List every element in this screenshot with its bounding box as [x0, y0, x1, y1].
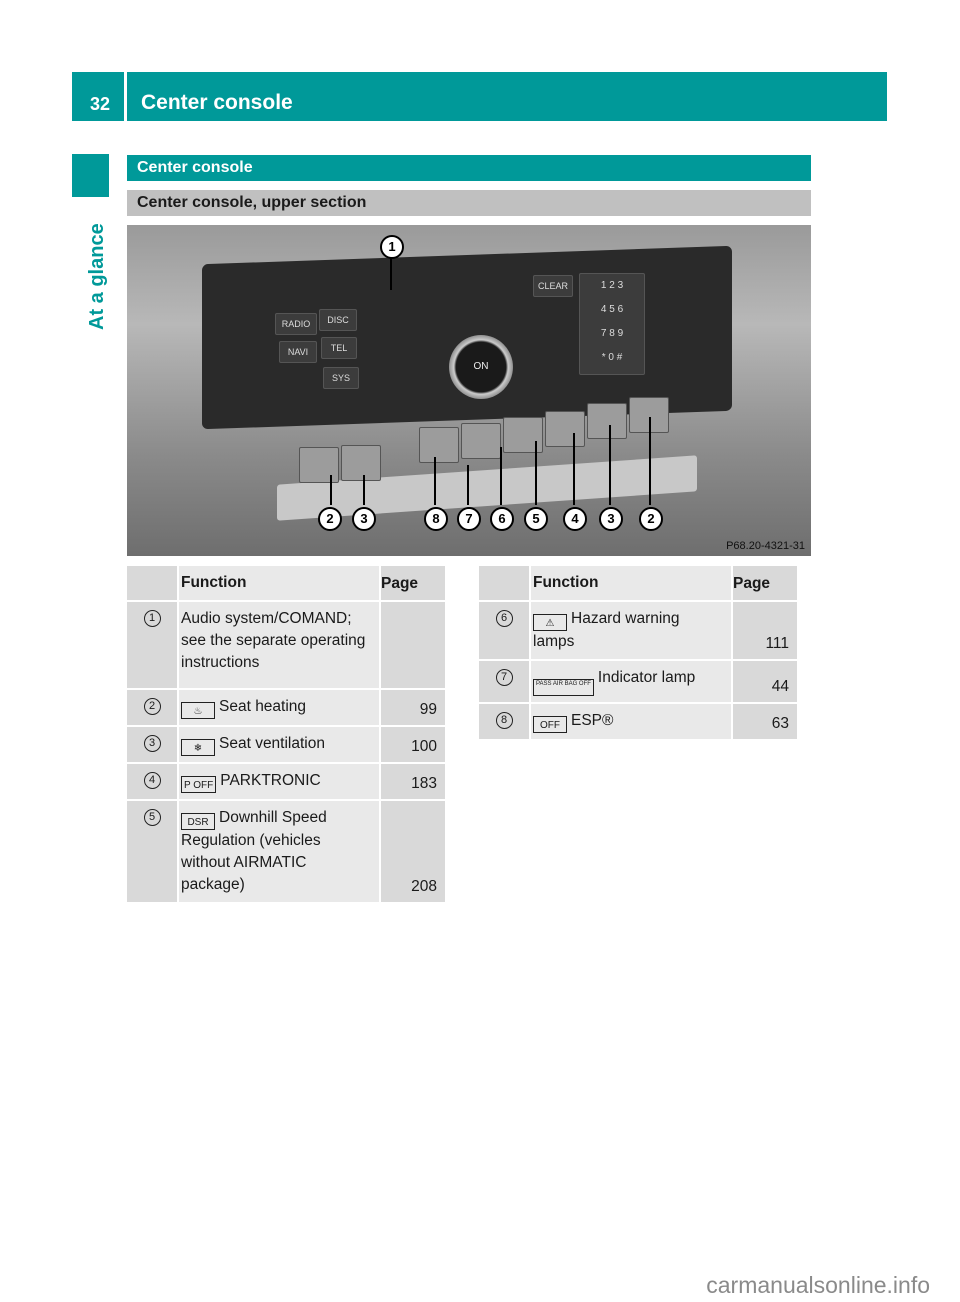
hazard-switch: [461, 423, 501, 459]
function-table-left: Function Page 1 Audio system/COMAND; see…: [127, 566, 445, 904]
callout-3-left: 3: [352, 507, 376, 531]
callout-leader-8: [434, 457, 436, 505]
header-page: Page: [379, 566, 445, 602]
table-row: 1 Audio system/COMAND; see the separate …: [127, 601, 445, 690]
clear-button: CLEAR: [533, 275, 573, 297]
item-number: 8: [495, 712, 513, 729]
callout-1: 1: [380, 235, 404, 259]
page-ref[interactable]: 99: [379, 689, 445, 727]
table-row: 2 ♨ Seat heating 99: [127, 689, 445, 727]
callout-2-right: 2: [639, 507, 663, 531]
keypad: 1 2 3 4 5 6 7 8 9 * 0 #: [579, 273, 645, 375]
page-ref[interactable]: 183: [379, 763, 445, 801]
table-row: 5 DSR Downhill Speed Regulation (vehicles…: [127, 800, 445, 904]
dsr-icon: DSR: [181, 813, 215, 830]
function-text: Seat heating: [219, 698, 307, 715]
parktronic-off-icon: P OFF: [181, 776, 217, 793]
disc-button: DISC: [319, 309, 357, 331]
table-row: 6 ⚠ Hazard warning lamps 111: [479, 601, 797, 661]
header-function: Function: [177, 566, 380, 602]
function-text: Audio system/COMAND; see the separate op…: [177, 601, 380, 690]
seat-heating-switch-left: [299, 447, 339, 483]
callout-2-left: 2: [318, 507, 342, 531]
callout-leader-6: [500, 447, 502, 505]
callout-5: 5: [524, 507, 548, 531]
page-ref[interactable]: 111: [731, 601, 797, 661]
pass-airbag-off-icon: PASS AIR BAG OFF: [533, 679, 594, 696]
callout-8: 8: [424, 507, 448, 531]
seat-ventilation-icon: ❄: [181, 739, 215, 756]
callout-leader-5: [535, 441, 537, 505]
page-number: 32: [72, 72, 124, 121]
navi-button: NAVI: [279, 341, 317, 363]
page-ref[interactable]: 208: [379, 800, 445, 904]
callout-4: 4: [563, 507, 587, 531]
seat-heating-icon: ♨: [181, 702, 215, 719]
page-ref[interactable]: 44: [731, 660, 797, 704]
item-number: 6: [495, 610, 513, 627]
esp-off-icon: OFF: [533, 716, 567, 733]
parktronic-switch: [545, 411, 585, 447]
callout-leader-7: [467, 465, 469, 505]
item-number: 2: [143, 698, 161, 715]
page-ref[interactable]: 100: [379, 726, 445, 764]
on-knob: ON: [449, 335, 513, 399]
callout-7: 7: [457, 507, 481, 531]
header-num: [127, 566, 178, 602]
hazard-warning-icon: ⚠: [533, 614, 567, 631]
sys-button: SYS: [323, 367, 359, 389]
function-table-right: Function Page 6 ⚠ Hazard warning lamps 11…: [479, 566, 797, 741]
callout-leader-3-left: [363, 475, 365, 505]
item-number: 1: [143, 610, 161, 627]
switch-strip: [277, 455, 697, 521]
sidebar-section-label: At a glance: [86, 223, 108, 330]
callout-leader-1: [390, 255, 392, 290]
callout-3-right: 3: [599, 507, 623, 531]
page-ref: [379, 601, 445, 690]
radio-button: RADIO: [275, 313, 317, 335]
center-console-photo: RADIO DISC NAVI TEL SYS CLEAR ON 1 2 3 4…: [127, 225, 811, 556]
header-page: Page: [731, 566, 797, 602]
callout-leader-2-left: [330, 475, 332, 505]
callout-leader-4: [573, 433, 575, 505]
watermark: carmanualsonline.info: [706, 1272, 930, 1298]
header-function: Function: [529, 566, 732, 602]
seat-ventilation-switch-left: [341, 445, 381, 481]
function-text: PARKTRONIC: [220, 772, 321, 789]
item-number: 5: [143, 809, 161, 826]
item-number: 7: [495, 669, 513, 686]
item-number: 4: [143, 772, 161, 789]
tel-button: TEL: [321, 337, 357, 359]
photo-code: P68.20-4321-31: [726, 540, 805, 552]
seat-ventilation-switch-right: [587, 403, 627, 439]
page-ref[interactable]: 63: [731, 703, 797, 741]
function-text: ESP®: [571, 712, 614, 729]
sidebar-marker: [72, 154, 109, 197]
section-title: Center console: [127, 155, 811, 181]
table-row: 3 ❄ Seat ventilation 100: [127, 726, 445, 764]
item-number: 3: [143, 735, 161, 752]
callout-leader-2-right: [649, 417, 651, 505]
dsr-switch: [503, 417, 543, 453]
callout-6: 6: [490, 507, 514, 531]
table-header-row: Function Page: [479, 566, 797, 602]
callout-leader-3-right: [609, 425, 611, 505]
esp-switch: [419, 427, 459, 463]
function-text: Indicator lamp: [597, 669, 696, 686]
table-row: 7 PASS AIR BAG OFF Indicator lamp 44: [479, 660, 797, 704]
page-header-title: Center console: [127, 72, 887, 121]
header-num: [479, 566, 530, 602]
table-header-row: Function Page: [127, 566, 445, 602]
table-row: 8 OFF ESP® 63: [479, 703, 797, 741]
table-row: 4 P OFF PARKTRONIC 183: [127, 763, 445, 801]
section-subtitle: Center console, upper section: [127, 190, 811, 216]
function-text: Seat ventilation: [219, 735, 325, 752]
